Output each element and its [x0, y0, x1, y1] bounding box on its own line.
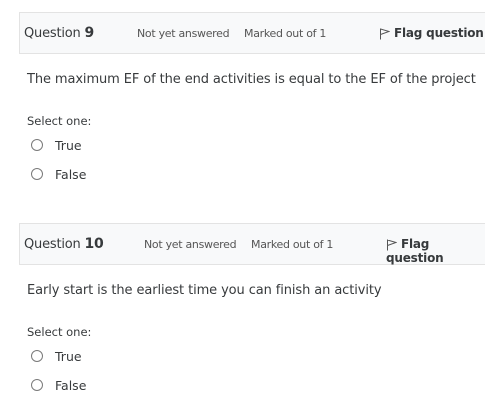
question-title: Question 9	[24, 25, 95, 41]
question-title: Question 10	[24, 236, 104, 252]
question-grade: Marked out of 1	[244, 27, 327, 40]
question-state: Not yet answered	[144, 238, 237, 251]
option-false[interactable]: False	[31, 167, 86, 182]
option-true[interactable]: True	[31, 349, 82, 364]
question-9-header: Question 9 Not yet answered Marked out o…	[19, 12, 485, 54]
flag-icon	[387, 239, 398, 251]
question-10-header: Question 10 Not yet answered Marked out …	[19, 223, 485, 265]
flag-question-button[interactable]: Flag question	[386, 237, 485, 265]
question-text: Early start is the earliest time you can…	[27, 283, 382, 298]
question-state: Not yet answered	[137, 27, 230, 40]
option-false[interactable]: False	[31, 378, 86, 393]
option-true[interactable]: True	[31, 138, 82, 153]
question-text: The maximum EF of the end activities is …	[27, 72, 476, 87]
radio-button[interactable]	[31, 379, 43, 391]
select-one-prompt: Select one:	[27, 114, 92, 128]
radio-button[interactable]	[31, 168, 43, 180]
radio-button[interactable]	[31, 139, 43, 151]
question-grade: Marked out of 1	[251, 238, 334, 251]
flag-icon	[380, 28, 391, 40]
radio-button[interactable]	[31, 350, 43, 362]
select-one-prompt: Select one:	[27, 325, 92, 339]
flag-question-button[interactable]: Flag question	[379, 26, 484, 40]
